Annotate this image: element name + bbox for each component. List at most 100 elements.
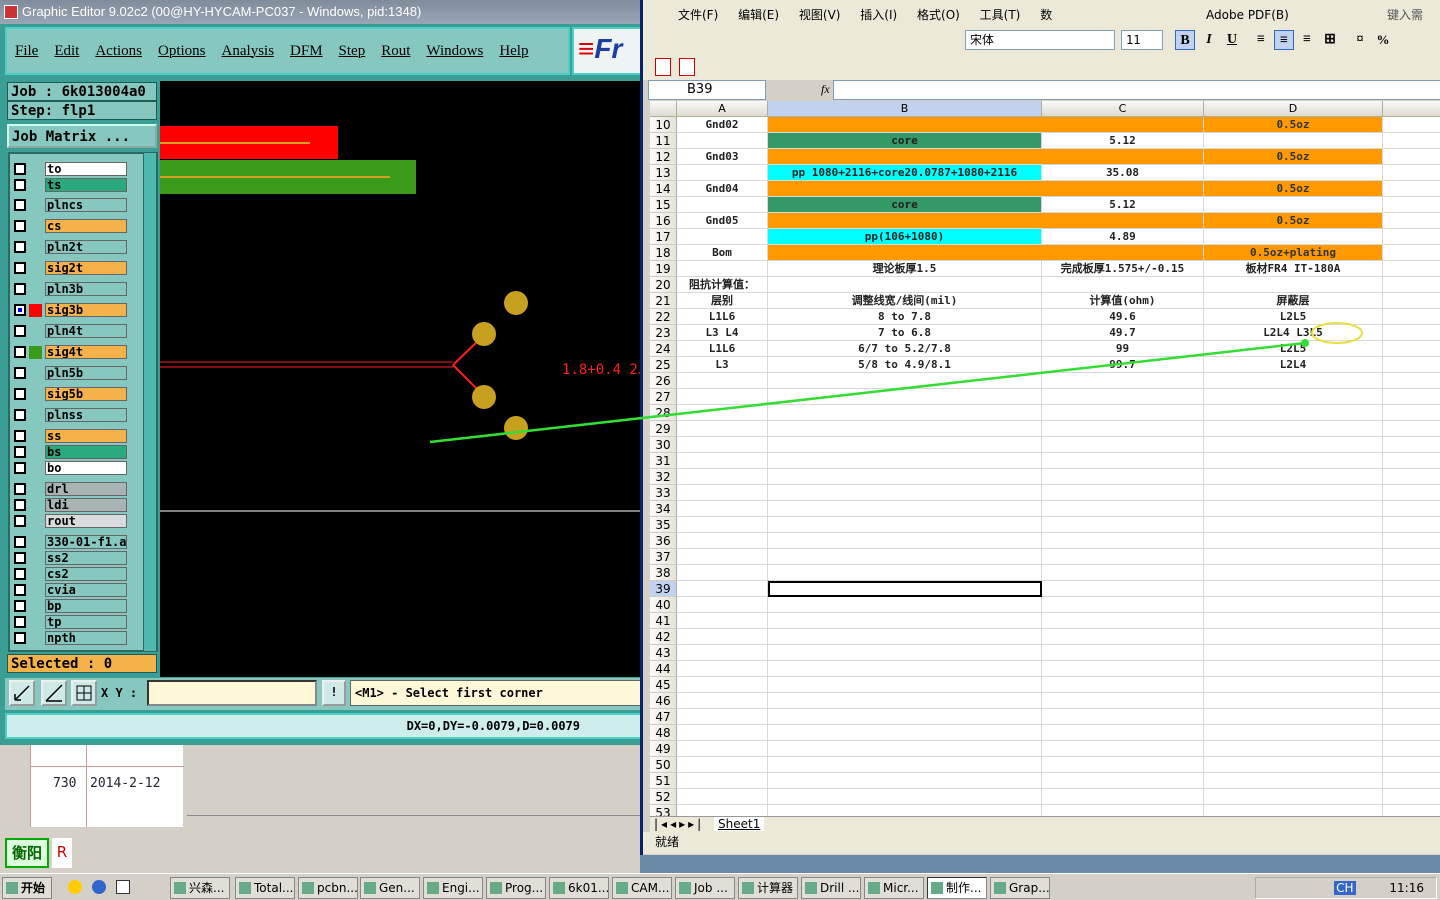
layer-name[interactable]: 330-01-f1.ai xyxy=(45,535,127,549)
layer-color-swatch[interactable] xyxy=(29,163,42,176)
cell[interactable] xyxy=(1204,741,1383,757)
cell[interactable] xyxy=(1383,469,1440,485)
row-header[interactable]: 25 xyxy=(650,357,677,373)
cell[interactable]: 板材FR4 IT-180A xyxy=(1204,261,1383,277)
cam-title-bar[interactable]: Graphic Editor 9.02c2 (00@HY-HYCAM-PC037… xyxy=(0,0,642,24)
cell[interactable] xyxy=(1383,645,1440,661)
layer-scrollbar[interactable] xyxy=(143,153,156,651)
cell[interactable] xyxy=(1383,229,1440,245)
cell[interactable]: 99.7 xyxy=(1042,357,1204,373)
layer-color-swatch[interactable] xyxy=(29,220,42,233)
cell[interactable]: core xyxy=(768,133,1042,149)
layer-name[interactable]: sig4t xyxy=(45,345,127,359)
cell[interactable]: Gnd04 xyxy=(677,181,768,197)
cell[interactable] xyxy=(768,485,1042,501)
cell[interactable] xyxy=(1383,613,1440,629)
cell[interactable] xyxy=(1383,197,1440,213)
cell[interactable] xyxy=(1383,341,1440,357)
cell[interactable] xyxy=(677,661,768,677)
cell[interactable]: 99 xyxy=(1042,341,1204,357)
cell[interactable]: 计算值(ohm) xyxy=(1042,293,1204,309)
cell[interactable]: Gnd05 xyxy=(677,213,768,229)
cell[interactable] xyxy=(1042,373,1204,389)
cell[interactable] xyxy=(677,229,768,245)
cell[interactable] xyxy=(677,693,768,709)
cell[interactable] xyxy=(1042,533,1204,549)
cell[interactable] xyxy=(1042,421,1204,437)
taskbar-item[interactable]: Grap... xyxy=(990,877,1050,899)
row-header[interactable]: 22 xyxy=(650,309,677,325)
layer-row[interactable]: cs2 xyxy=(14,567,127,581)
cell[interactable] xyxy=(768,405,1042,421)
cell[interactable]: pp 1080+2116+core20.0787+1080+2116 xyxy=(768,165,1042,181)
row-header[interactable]: 10 xyxy=(650,117,677,133)
menu-view-cn[interactable]: 视图(V) xyxy=(799,8,841,22)
column-header[interactable]: A xyxy=(677,101,768,117)
layer-checkbox[interactable] xyxy=(14,388,26,400)
cell[interactable] xyxy=(1042,581,1204,597)
layer-name[interactable]: sig2t xyxy=(45,261,127,275)
layer-name[interactable]: plncs xyxy=(45,198,127,212)
cell[interactable] xyxy=(1042,725,1204,741)
layer-color-swatch[interactable] xyxy=(29,241,42,254)
cell[interactable] xyxy=(1204,453,1383,469)
layer-checkbox[interactable] xyxy=(14,616,26,628)
cell[interactable] xyxy=(768,741,1042,757)
cell[interactable] xyxy=(677,565,768,581)
cell[interactable] xyxy=(1042,549,1204,565)
cell[interactable] xyxy=(1383,357,1440,373)
cell[interactable] xyxy=(1204,645,1383,661)
cell[interactable] xyxy=(768,213,1042,229)
cell[interactable] xyxy=(1204,661,1383,677)
cell[interactable] xyxy=(1042,437,1204,453)
layer-color-swatch[interactable] xyxy=(29,552,42,565)
row-header[interactable]: 36 xyxy=(650,533,677,549)
cell[interactable] xyxy=(1383,773,1440,789)
menu-edit[interactable]: Edit xyxy=(54,43,79,60)
cell[interactable] xyxy=(1383,501,1440,517)
layer-color-swatch[interactable] xyxy=(29,303,42,317)
cell[interactable] xyxy=(768,629,1042,645)
menu-data-cn[interactable]: 数 xyxy=(1040,8,1052,22)
cell[interactable] xyxy=(677,389,768,405)
layer-color-swatch[interactable] xyxy=(29,499,42,512)
cell[interactable] xyxy=(1042,501,1204,517)
cell[interactable] xyxy=(1204,597,1383,613)
cell[interactable] xyxy=(1383,421,1440,437)
cell[interactable] xyxy=(677,773,768,789)
taskbar-item[interactable]: CAM... xyxy=(612,877,672,899)
cell[interactable] xyxy=(1204,613,1383,629)
cell[interactable] xyxy=(677,629,768,645)
cell[interactable] xyxy=(677,613,768,629)
row-header[interactable]: 50 xyxy=(650,757,677,773)
menu-dfm[interactable]: DFM xyxy=(290,43,323,60)
column-header[interactable]: D xyxy=(1204,101,1383,117)
cell[interactable]: pp(106+1080) xyxy=(768,229,1042,245)
cell[interactable]: Gnd03 xyxy=(677,149,768,165)
row-header[interactable]: 18 xyxy=(650,245,677,261)
cell[interactable] xyxy=(1383,325,1440,341)
cell[interactable] xyxy=(768,373,1042,389)
layer-row[interactable]: ss2 xyxy=(14,551,127,565)
cell[interactable] xyxy=(1383,165,1440,181)
cell[interactable]: 0.5oz xyxy=(1204,149,1383,165)
layer-color-swatch[interactable] xyxy=(29,262,42,275)
menu-actions[interactable]: Actions xyxy=(95,43,142,60)
layer-name[interactable]: sig5b xyxy=(45,387,127,401)
layer-color-swatch[interactable] xyxy=(29,584,42,597)
menu-analysis[interactable]: Analysis xyxy=(222,43,275,60)
start-button[interactable]: 开始 xyxy=(2,877,52,899)
layer-row[interactable]: plncs xyxy=(14,198,127,212)
cell[interactable] xyxy=(1204,725,1383,741)
cell[interactable] xyxy=(677,197,768,213)
cell[interactable] xyxy=(768,677,1042,693)
cell[interactable] xyxy=(768,533,1042,549)
cell[interactable] xyxy=(1042,149,1204,165)
layer-color-swatch[interactable] xyxy=(29,632,42,645)
cell[interactable] xyxy=(768,501,1042,517)
layer-checkbox[interactable] xyxy=(14,584,26,596)
cell[interactable] xyxy=(1383,693,1440,709)
cell[interactable]: L3 L4 xyxy=(677,325,768,341)
layer-checkbox[interactable] xyxy=(14,304,26,316)
row-header[interactable]: 24 xyxy=(650,341,677,357)
